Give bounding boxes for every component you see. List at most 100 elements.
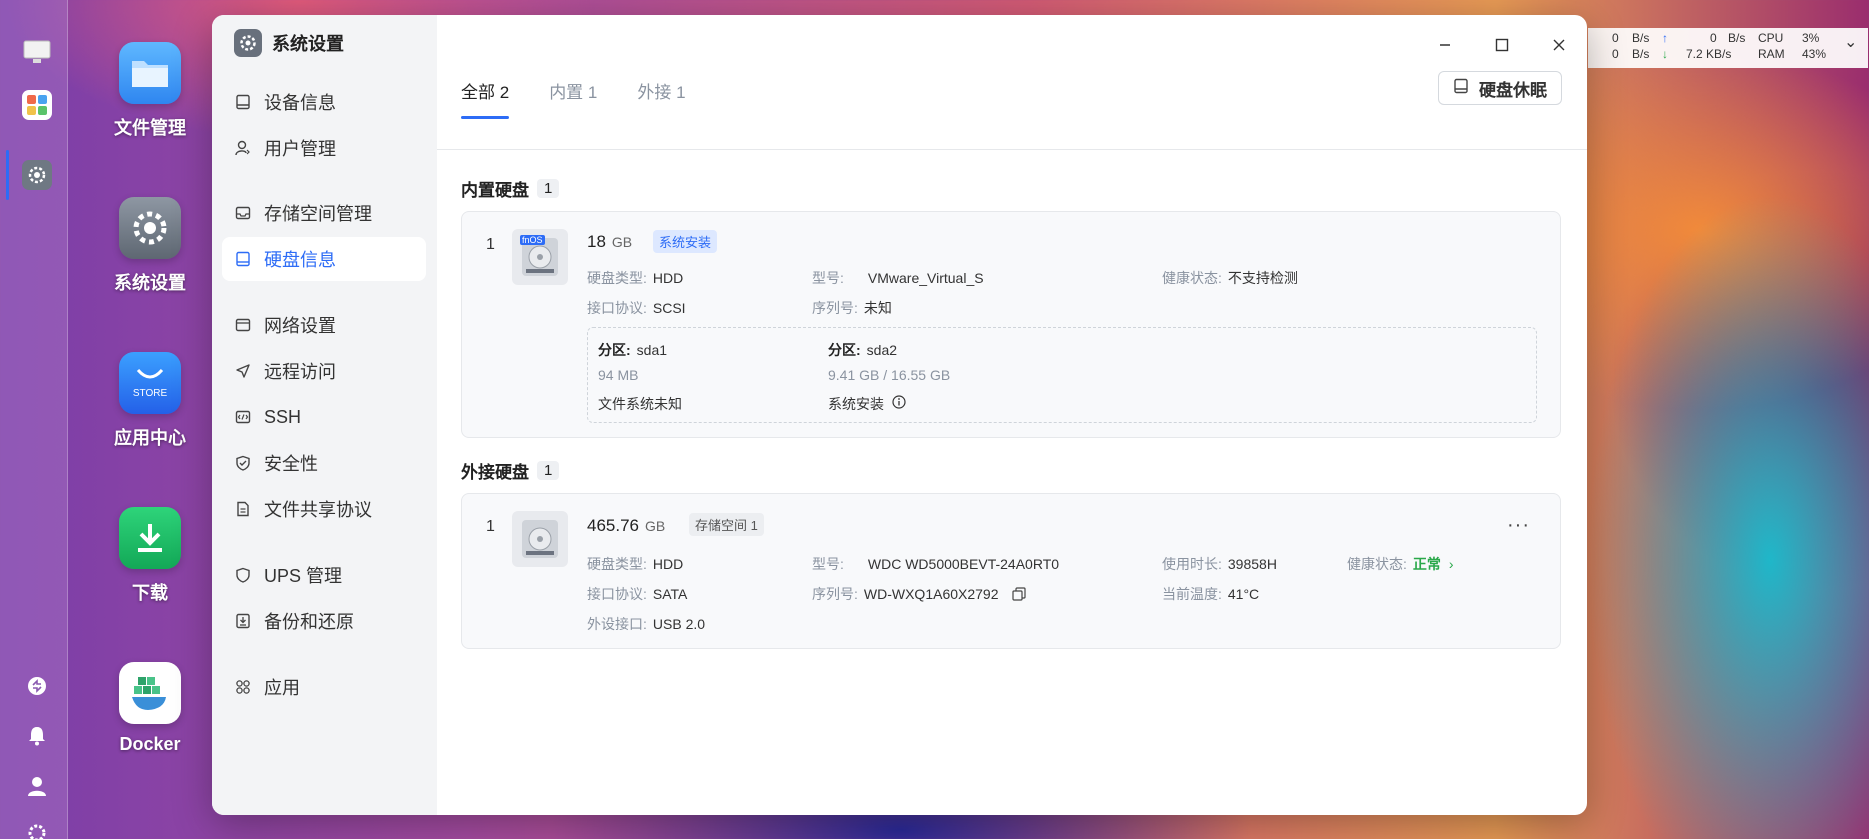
settings-icon[interactable] — [24, 820, 50, 839]
disk-size: 18 GB — [587, 232, 632, 252]
sidebar-item-device-info[interactable]: 设备信息 — [222, 80, 426, 124]
cpu-value: 3% — [1802, 31, 1820, 45]
tab-internal[interactable]: 内置 1 — [549, 70, 597, 115]
tab-external[interactable]: 外接 1 — [637, 70, 685, 115]
app-name: 应用中心 — [114, 428, 186, 448]
sidebar-item-storage[interactable]: 存储空间管理 — [222, 191, 426, 235]
hdd-icon: fnOS — [512, 229, 568, 285]
bell-icon[interactable] — [24, 723, 50, 749]
info-icon[interactable] — [892, 395, 906, 412]
chevron-right-icon: › — [1448, 556, 1454, 572]
disk-sleep-button[interactable]: 硬盘休眠 — [1438, 71, 1562, 105]
sidebar-item-remote-access[interactable]: 远程访问 — [222, 349, 426, 393]
disk-size-unit: GB — [611, 234, 633, 250]
disk-interface: 接口协议: SCSI — [587, 300, 686, 316]
sidebar-item-label: 硬盘信息 — [264, 250, 336, 270]
sidebar-item-backup[interactable]: 备份和还原 — [222, 599, 426, 643]
window-controls — [1416, 30, 1587, 60]
sidebar-item-label: SSH — [264, 406, 302, 427]
tab-divider — [437, 149, 1587, 150]
file-share-icon — [234, 500, 252, 518]
disk-index: 1 — [486, 518, 495, 535]
disk-icon — [1453, 78, 1469, 99]
upload-unit-2: B/s — [1728, 31, 1746, 45]
partition-name: 分区: sda2 — [828, 342, 898, 358]
sidebar-item-label: 备份和还原 — [264, 612, 354, 632]
dock-strip — [0, 0, 68, 839]
partition-size: 9.41 GB / 16.55 GB — [828, 367, 951, 383]
sidebar-item-user-management[interactable]: 用户管理 — [222, 126, 426, 170]
ssh-icon — [234, 408, 252, 426]
sidebar-item-network[interactable]: 网络设置 — [222, 303, 426, 347]
desktop-app-docker[interactable]: Docker — [100, 662, 200, 755]
copy-icon[interactable] — [1012, 587, 1026, 604]
disk-health[interactable]: 健康状态: 正常 › — [1347, 554, 1454, 574]
close-button[interactable] — [1530, 30, 1587, 60]
shield-icon — [234, 454, 252, 472]
desktop-app-store[interactable]: STORE 应用中心 — [100, 352, 200, 450]
settings-sidebar: 系统设置 设备信息 用户管理 存储空间管理 硬盘信息 网络设置 远程访问 SSH… — [212, 15, 437, 815]
disk-port: 外设接口: USB 2.0 — [587, 616, 706, 632]
device-icon — [234, 93, 252, 111]
sync-icon[interactable] — [24, 673, 50, 699]
app-name: Docker — [119, 734, 181, 754]
upload-speed-2: 0 — [1710, 31, 1717, 45]
download-icon — [119, 507, 181, 569]
store-label: STORE — [132, 387, 168, 399]
sidebar-item-security[interactable]: 安全性 — [222, 441, 426, 485]
sidebar-item-label: 文件共享协议 — [264, 500, 372, 520]
external-disk-title: 外接硬盘 1 — [461, 458, 560, 483]
user-icon[interactable] — [24, 773, 50, 799]
download-unit: B/s — [1632, 47, 1650, 61]
maximize-button[interactable] — [1473, 30, 1530, 60]
app-name: 系统设置 — [114, 273, 186, 293]
internal-disk-card[interactable]: 1 fnOS 18 GB 系统安装 硬盘类型: HDD 型号: VMware_Vir… — [461, 211, 1561, 438]
sidebar-item-apps[interactable]: 应用 — [222, 665, 426, 709]
sidebar-item-label: 设备信息 — [264, 93, 336, 113]
partition-size: 94 MB — [598, 367, 639, 383]
download-arrow-icon: ↓ — [1662, 47, 1668, 61]
app-grid-icon[interactable] — [22, 90, 52, 120]
settings-gear-icon[interactable] — [22, 160, 52, 190]
resource-monitor[interactable]: 0 B/s ↑ 0 B/s CPU 3% 0 B/s ↓ 7.2 KB/s RA… — [1588, 28, 1868, 68]
count-badge: 1 — [537, 461, 560, 480]
upload-unit: B/s — [1632, 31, 1650, 45]
count-badge: 1 — [537, 179, 560, 198]
sidebar-item-label: 应用 — [264, 678, 300, 698]
tab-all[interactable]: 全部 2 — [461, 70, 510, 119]
internal-disk-title: 内置硬盘 1 — [461, 176, 560, 201]
desktop-icon[interactable] — [22, 37, 52, 67]
partition-name: 分区: sda1 — [598, 342, 668, 358]
chevron-down-icon[interactable]: ⌄ — [1844, 32, 1857, 52]
desktop-app-download[interactable]: 下载 — [100, 507, 200, 605]
disk-type: 硬盘类型: HDD — [587, 556, 684, 572]
sidebar-item-label: 存储空间管理 — [264, 204, 372, 224]
disk-model: 型号: VMware_Virtual_S — [812, 270, 984, 286]
sidebar-item-ups[interactable]: UPS 管理 — [222, 553, 426, 597]
sidebar-item-label: 安全性 — [264, 454, 318, 474]
more-options-icon[interactable]: ··· — [1507, 514, 1530, 537]
partition-fs: 文件系统未知 — [598, 396, 682, 412]
minimize-button[interactable] — [1416, 30, 1473, 60]
sidebar-item-label: 用户管理 — [264, 139, 336, 159]
section-title-text: 外接硬盘 — [461, 463, 529, 482]
status-badge: 系统安装 — [653, 230, 718, 253]
desktop-app-settings[interactable]: 系统设置 — [100, 197, 200, 295]
desktop-app-file-manager[interactable]: 文件管理 — [100, 42, 200, 140]
upload-speed: 0 — [1612, 31, 1619, 45]
settings-main: 全部 2 内置 1 外接 1 硬盘休眠 内置硬盘 1 1 fnOS 18 GB … — [437, 70, 1587, 815]
external-disk-card[interactable]: 1 465.76 GB 存储空间 1 ··· 硬盘类型: HDD 型号: WDC W… — [461, 493, 1561, 649]
disk-size: 465.76 GB — [587, 516, 665, 536]
disk-size-value: 465.76 — [587, 516, 639, 535]
sidebar-item-ssh[interactable]: SSH — [222, 395, 426, 439]
docker-icon — [119, 662, 181, 724]
store-icon: STORE — [119, 352, 181, 414]
active-indicator — [6, 150, 9, 200]
sidebar-item-file-sharing[interactable]: 文件共享协议 — [222, 487, 426, 531]
cpu-label: CPU — [1758, 31, 1784, 45]
app-name: 文件管理 — [114, 118, 186, 138]
sidebar-item-disk-info[interactable]: 硬盘信息 — [222, 237, 426, 281]
partition-fs: 系统安装 — [828, 394, 906, 414]
disk-interface: 接口协议: SATA — [587, 586, 688, 602]
disk-model: 型号: WDC WD5000BEVT-24A0RT0 — [812, 556, 1060, 572]
